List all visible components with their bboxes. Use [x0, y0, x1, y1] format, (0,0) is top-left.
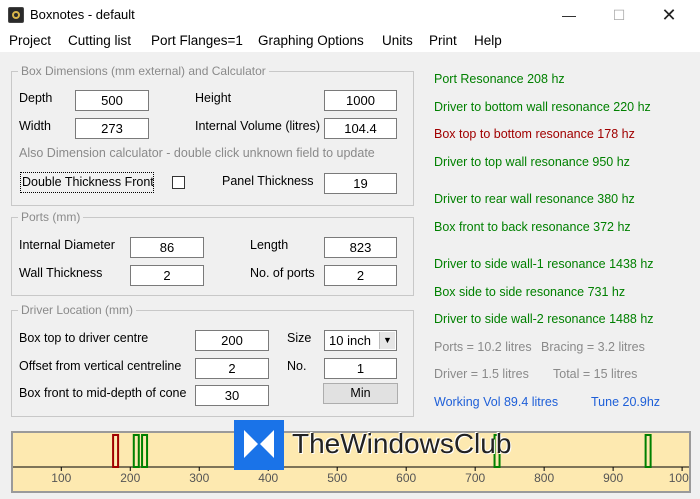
menu-port-flanges[interactable]: Port Flanges=1 — [151, 33, 243, 48]
graph-tick-label: 300 — [189, 471, 209, 485]
menu-project[interactable]: Project — [9, 33, 51, 48]
tune-frequency: Tune 20.9hz — [591, 395, 661, 409]
panel-thickness-label: Panel Thickness — [222, 174, 314, 188]
menu-units[interactable]: Units — [382, 33, 413, 48]
watermark-logo — [234, 420, 284, 470]
driver-size-value: 10 inch — [329, 333, 371, 348]
graph-tick-label: 500 — [327, 471, 347, 485]
graph-tick-label: 200 — [120, 471, 140, 485]
menu-bar: Project Cutting list Port Flanges=1 Grap… — [0, 30, 700, 52]
double-thickness-label[interactable]: Double Thickness Front — [22, 175, 154, 189]
number-of-ports-label: No. of ports — [250, 266, 315, 280]
min-button[interactable]: Min — [323, 383, 398, 404]
graph-tick-label: 400 — [258, 471, 278, 485]
side-to-side-resonance: Box side to side resonance 731 hz — [434, 285, 626, 299]
bracing-volume: Bracing = 3.2 litres — [541, 340, 645, 354]
cone-depth-field[interactable]: 30 — [195, 385, 269, 406]
menu-graphing-options[interactable]: Graphing Options — [258, 33, 364, 48]
graph-tick-label: 100 — [51, 471, 71, 485]
internal-diameter-field[interactable]: 86 — [130, 237, 204, 258]
box-dimensions-label: Box Dimensions (mm external) and Calcula… — [18, 64, 269, 78]
title-bar: Boxnotes - default — ☐ ✕ — [0, 0, 700, 30]
menu-print[interactable]: Print — [429, 33, 457, 48]
top-bottom-resonance: Box top to bottom resonance 178 hz — [434, 127, 635, 141]
graph-tick-label: 800 — [534, 471, 554, 485]
top-wall-resonance: Driver to top wall resonance 950 hz — [434, 155, 630, 169]
graph-tick-label: 600 — [396, 471, 416, 485]
front-back-resonance: Box front to back resonance 372 hz — [434, 220, 631, 234]
rear-wall-resonance: Driver to rear wall resonance 380 hz — [434, 192, 635, 206]
internal-volume-field[interactable]: 104.4 — [324, 118, 397, 139]
driver-count-label: No. — [287, 359, 307, 373]
wall-thickness-label: Wall Thickness — [19, 266, 103, 280]
graph-tick-label: 1000 — [669, 471, 689, 485]
depth-label: Depth — [19, 91, 53, 105]
height-label: Height — [195, 91, 232, 105]
cone-depth-label: Box front to mid-depth of cone — [19, 386, 187, 400]
driver-volume: Driver = 1.5 litres — [434, 367, 529, 381]
ports-label: Ports (mm) — [18, 210, 84, 224]
resonance-marker — [112, 434, 120, 468]
internal-volume-label: Internal Volume (litres) — [195, 119, 321, 133]
calculator-hint: Also Dimension calculator - double click… — [19, 146, 375, 160]
driver-location-label: Driver Location (mm) — [18, 303, 137, 317]
resonance-marker — [141, 434, 149, 468]
length-label: Length — [250, 238, 289, 252]
menu-cutting-list[interactable]: Cutting list — [68, 33, 131, 48]
app-icon — [8, 7, 24, 23]
length-field[interactable]: 823 — [324, 237, 397, 258]
resonance-marker — [132, 434, 140, 468]
height-field[interactable]: 1000 — [324, 90, 397, 111]
size-label: Size — [287, 331, 312, 345]
graph-tick-label: 700 — [465, 471, 485, 485]
top-to-driver-field[interactable]: 200 — [195, 330, 269, 351]
vertical-offset-label: Offset from vertical centreline — [19, 359, 182, 373]
watermark-text: TheWindowsClub — [292, 428, 512, 459]
wall-thickness-field[interactable]: 2 — [130, 265, 204, 286]
menu-help[interactable]: Help — [474, 33, 502, 48]
port-resonance: Port Resonance 208 hz — [434, 72, 565, 86]
bottom-wall-resonance: Driver to bottom wall resonance 220 hz — [434, 100, 651, 114]
internal-diameter-label: Internal Diameter — [19, 238, 115, 252]
window-title: Boxnotes - default — [30, 7, 135, 22]
resonance-marker — [644, 434, 652, 468]
width-label: Width — [19, 119, 51, 133]
maximize-button[interactable]: ☐ — [596, 0, 642, 30]
top-to-driver-label: Box top to driver centre — [19, 331, 149, 345]
panel-thickness-field[interactable]: 19 — [324, 173, 397, 194]
number-of-ports-field[interactable]: 2 — [324, 265, 397, 286]
total-volume: Total = 15 litres — [553, 367, 638, 381]
double-thickness-checkbox[interactable] — [172, 176, 185, 189]
graph-tick-label: 900 — [603, 471, 623, 485]
minimize-button[interactable]: — — [546, 0, 592, 30]
depth-field[interactable]: 500 — [75, 90, 149, 111]
side-wall-1-resonance: Driver to side wall-1 resonance 1438 hz — [434, 257, 654, 271]
close-button[interactable]: ✕ — [646, 0, 692, 30]
ports-volume: Ports = 10.2 litres — [434, 340, 532, 354]
driver-size-select[interactable]: 10 inch ▼ — [324, 330, 397, 351]
watermark: TheWindowsClub — [234, 420, 534, 470]
vertical-offset-field[interactable]: 2 — [195, 358, 269, 379]
chevron-down-icon[interactable]: ▼ — [379, 332, 395, 349]
width-field[interactable]: 273 — [75, 118, 149, 139]
working-volume: Working Vol 89.4 litres — [434, 395, 559, 409]
driver-count-field[interactable]: 1 — [324, 358, 397, 379]
side-wall-2-resonance: Driver to side wall-2 resonance 1488 hz — [434, 312, 654, 326]
